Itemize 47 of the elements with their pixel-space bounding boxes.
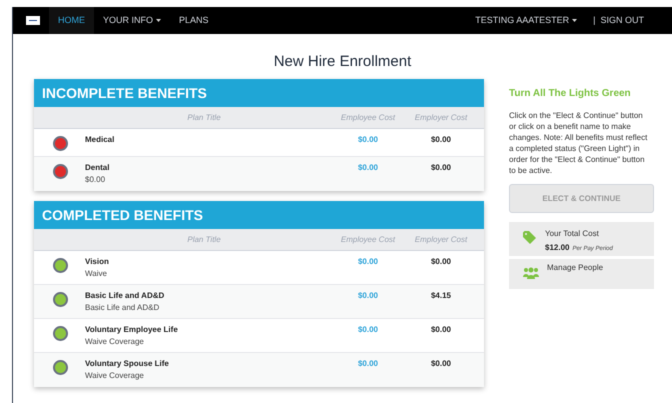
instructions-text: Click on the "Elect & Continue" button or click on a benefit name to make changes. Note: All benefits must reflect a completed status ("Green Light") in order for the "Elect & Continue" button to be active. — [509, 110, 648, 176]
nav-separator: | — [593, 14, 596, 27]
employer-cost: $0.00 — [430, 257, 452, 267]
nav-link[interactable]: HOME — [49, 7, 94, 34]
column-header: Employer Cost — [414, 234, 468, 246]
employee-cost: $0.00 — [356, 291, 380, 301]
people-icon — [523, 267, 539, 279]
column-header: Employer Cost — [414, 112, 468, 124]
sign-out-link[interactable]: SIGN OUT — [600, 14, 644, 28]
manage-people-label: Manage People — [547, 262, 604, 274]
column-header: Employee Cost — [340, 112, 396, 124]
employer-cost: $0.00 — [430, 359, 452, 369]
plan-detail: $0.00 — [85, 175, 106, 185]
plan-detail: Waive Coverage — [85, 371, 144, 381]
plan-name[interactable]: Medical — [85, 135, 114, 145]
manage-people-panel[interactable]: Manage People — [509, 259, 654, 289]
plan-name[interactable]: Voluntary Spouse Life — [85, 359, 169, 369]
tag-icon — [523, 231, 536, 244]
employee-cost: $0.00 — [356, 135, 380, 145]
employer-cost: $0.00 — [430, 325, 452, 335]
plan-name[interactable]: Voluntary Employee Life — [85, 325, 178, 335]
plan-detail: Waive Coverage — [85, 337, 144, 347]
employer-cost: $0.00 — [430, 163, 452, 173]
plan-detail: Waive — [85, 269, 107, 279]
column-header: Plan Title — [186, 112, 222, 124]
section-title: INCOMPLETE BENEFITS — [42, 84, 207, 102]
user-menu[interactable]: TESTING AAATESTER — [475, 14, 578, 28]
total-cost-amount: $12.00 — [545, 242, 570, 254]
plan-name[interactable]: Basic Life and AD&D — [85, 291, 164, 301]
column-header: Employee Cost — [340, 234, 396, 246]
plan-name[interactable]: Vision — [85, 257, 109, 267]
employee-cost: $0.00 — [356, 325, 380, 335]
nav-link[interactable]: YOUR INFO — [94, 7, 170, 34]
total-cost-label: Your Total Cost — [545, 228, 600, 240]
plan-detail: Basic Life and AD&D — [85, 303, 160, 313]
nav-link[interactable]: PLANS — [170, 7, 218, 34]
sidebar-heading: Turn All The Lights Green — [509, 87, 632, 101]
employee-cost: $0.00 — [356, 359, 380, 369]
employer-cost: $0.00 — [430, 135, 452, 145]
employee-cost: $0.00 — [356, 163, 380, 173]
section-title: COMPLETED BENEFITS — [42, 206, 204, 224]
logo-icon — [26, 16, 40, 25]
employer-cost: $4.15 — [430, 291, 452, 301]
page-title: New Hire Enrollment — [272, 53, 412, 71]
employee-cost: $0.00 — [356, 257, 380, 267]
plan-name[interactable]: Dental — [85, 163, 110, 173]
column-header: Plan Title — [186, 234, 222, 246]
